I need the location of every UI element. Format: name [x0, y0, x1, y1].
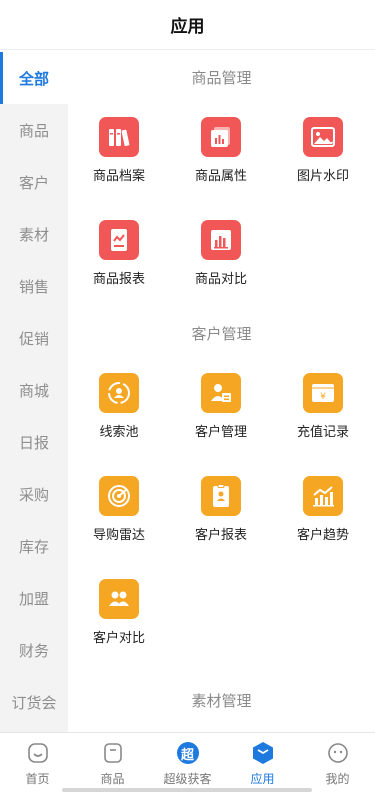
app-label: 客户趋势	[296, 528, 349, 543]
section-title: 商品管理	[191, 68, 252, 87]
sidebar-item-products[interactable]: 商品	[0, 104, 68, 156]
app-label: 客户管理	[194, 425, 247, 440]
app-lead-pool[interactable]: 线索池	[68, 358, 170, 461]
app-customer-management[interactable]: 客户管理	[170, 358, 272, 461]
app-guide-radar[interactable]: 导购雷达	[68, 461, 170, 564]
app-grid: 商品档案 商品属性 图片水印 商品报表 商品对比	[68, 102, 375, 308]
yen-card-icon: ¥	[303, 373, 343, 413]
app-product-archive[interactable]: 商品档案	[68, 102, 170, 205]
app-product-attributes[interactable]: 商品属性	[170, 102, 272, 205]
profile-icon	[326, 741, 350, 765]
section-title: 素材管理	[191, 691, 252, 710]
bottom-tab-bar: 首页 商品 超 超级获客 应用 我的	[0, 732, 375, 793]
app-image-watermark[interactable]: 图片水印	[272, 102, 374, 205]
app-label: 客户对比	[92, 631, 145, 646]
app-label: 商品档案	[92, 169, 145, 184]
bag-icon	[101, 741, 125, 765]
top-bar: 应用	[0, 0, 375, 50]
app-label: 充值记录	[296, 425, 349, 440]
apps-panel: 商品管理 商品档案 商品属性 图片水印 商品报表 商品对比 客户管理 线索池 客…	[68, 52, 375, 732]
sidebar-item-sales[interactable]: 销售	[0, 260, 68, 312]
tab-super-acquire[interactable]: 超 超级获客	[150, 733, 225, 793]
image-icon	[303, 117, 343, 157]
book-stack-icon	[99, 117, 139, 157]
sidebar-item-promotions[interactable]: 促销	[0, 312, 68, 364]
sidebar-item-all[interactable]: 全部	[0, 52, 68, 104]
tab-label: 应用	[250, 772, 275, 786]
bar-card-icon	[201, 117, 241, 157]
page-title: 应用	[170, 17, 205, 37]
group-icon	[99, 579, 139, 619]
app-label: 客户报表	[194, 528, 247, 543]
app-label: 导购雷达	[92, 528, 145, 543]
app-label: 商品属性	[194, 169, 247, 184]
app-customer-report[interactable]: 客户报表	[170, 461, 272, 564]
svg-text:¥: ¥	[320, 392, 326, 402]
app-label: 商品对比	[194, 272, 247, 287]
tab-products[interactable]: 商品	[75, 733, 150, 793]
bar-chart-icon	[201, 220, 241, 260]
tab-label: 首页	[25, 772, 50, 786]
sidebar-item-order-fair[interactable]: 订货会	[0, 676, 68, 728]
tab-label: 商品	[100, 772, 125, 786]
sidebar-item-purchasing[interactable]: 采购	[0, 468, 68, 520]
sidebar-item-mall[interactable]: 商城	[0, 364, 68, 416]
sidebar-item-customers[interactable]: 客户	[0, 156, 68, 208]
app-product-report[interactable]: 商品报表	[68, 205, 170, 308]
category-sidebar: 全部 商品 客户 素材 销售 促销 商城 日报 采购 库存 加盟 财务 订货会	[0, 52, 68, 732]
app-customer-compare[interactable]: 客户对比	[68, 564, 170, 667]
app-label: 商品报表	[92, 272, 145, 287]
trend-chart-icon	[303, 476, 343, 516]
super-icon-glyph: 超	[180, 747, 194, 763]
tab-apps[interactable]: 应用	[225, 733, 300, 793]
sidebar-item-daily-report[interactable]: 日报	[0, 416, 68, 468]
app-product-compare[interactable]: 商品对比	[170, 205, 272, 308]
tab-label: 超级获客	[163, 772, 212, 786]
person-circle-icon	[99, 373, 139, 413]
apps-cube-icon	[251, 741, 275, 765]
report-icon	[99, 220, 139, 260]
section-title: 客户管理	[191, 324, 252, 343]
app-recharge-records[interactable]: ¥ 充值记录	[272, 358, 374, 461]
app-grid	[68, 725, 375, 732]
super-icon: 超	[176, 741, 200, 765]
tab-mine[interactable]: 我的	[300, 733, 375, 793]
app-customer-trend[interactable]: 客户趋势	[272, 461, 374, 564]
app-label: 线索池	[99, 425, 139, 440]
person-card-icon	[201, 373, 241, 413]
tab-home[interactable]: 首页	[0, 733, 75, 793]
sidebar-item-materials[interactable]: 素材	[0, 208, 68, 260]
sidebar-item-finance[interactable]: 财务	[0, 624, 68, 676]
sidebar-item-inventory[interactable]: 库存	[0, 520, 68, 572]
home-indicator	[62, 788, 312, 792]
radar-icon	[99, 476, 139, 516]
app-grid: 线索池 客户管理 ¥ 充值记录 导购雷达 客户报表 客户趋势 客户对比	[68, 358, 375, 667]
tab-label: 我的	[325, 772, 350, 786]
badge-icon	[201, 476, 241, 516]
app-label: 图片水印	[296, 169, 349, 184]
sidebar-item-franchise[interactable]: 加盟	[0, 572, 68, 624]
home-icon	[26, 741, 50, 765]
